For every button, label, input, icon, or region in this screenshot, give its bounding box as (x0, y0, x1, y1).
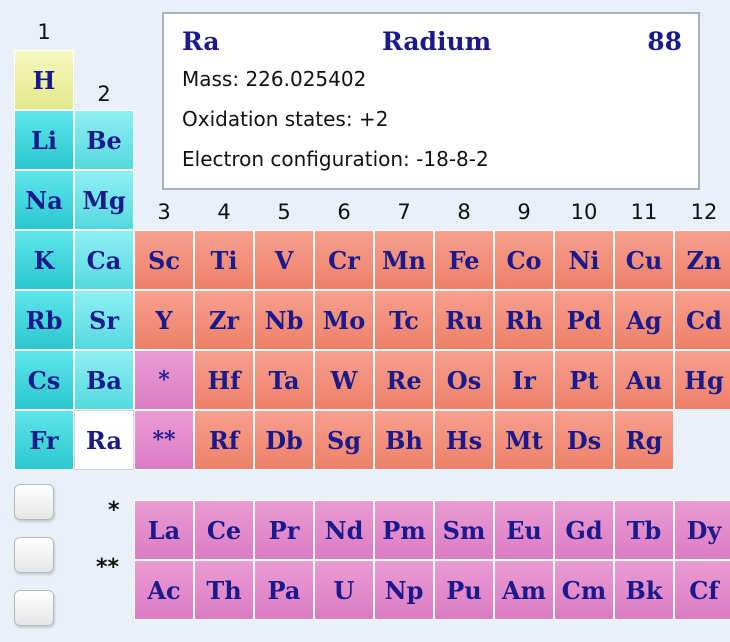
element-cell-zr[interactable]: Zr (194, 290, 254, 350)
element-cell-ir[interactable]: Ir (494, 350, 554, 410)
element-cell-bh[interactable]: Bh (374, 410, 434, 470)
info-symbol: Ra (182, 27, 220, 56)
element-cell-pr[interactable]: Pr (254, 500, 314, 560)
element-cell-nb[interactable]: Nb (254, 290, 314, 350)
element-cell-bk[interactable]: Bk (614, 560, 674, 620)
group-label-9: 9 (517, 200, 531, 224)
group-label-8: 8 (457, 200, 471, 224)
side-button-3[interactable] (14, 590, 54, 626)
element-cell-cs[interactable]: Cs (14, 350, 74, 410)
element-cell-th[interactable]: Th (194, 560, 254, 620)
element-cell-zn[interactable]: Zn (674, 230, 730, 290)
element-cell-tc[interactable]: Tc (374, 290, 434, 350)
element-cell-rh[interactable]: Rh (494, 290, 554, 350)
element-cell-ca[interactable]: Ca (74, 230, 134, 290)
element-cell-li[interactable]: Li (14, 110, 74, 170)
element-cell-cd[interactable]: Cd (674, 290, 730, 350)
group-label-7: 7 (397, 200, 411, 224)
group-label-5: 5 (277, 200, 291, 224)
group-label-10: 10 (570, 200, 598, 224)
element-cell-cf[interactable]: Cf (674, 560, 730, 620)
element-cell-au[interactable]: Au (614, 350, 674, 410)
lanthanide-series-mark: * (108, 498, 120, 523)
info-electron-configuration: Electron configuration: -18-8-2 (182, 147, 489, 171)
element-cell-la[interactable]: La (134, 500, 194, 560)
element-cell-sr[interactable]: Sr (74, 290, 134, 350)
element-cell-pu[interactable]: Pu (434, 560, 494, 620)
group-label-6: 6 (337, 200, 351, 224)
side-button-2[interactable] (14, 537, 54, 573)
element-cell-nd[interactable]: Nd (314, 500, 374, 560)
element-cell-fe[interactable]: Fe (434, 230, 494, 290)
element-cell-ti[interactable]: Ti (194, 230, 254, 290)
info-name: Radium (382, 27, 492, 56)
group-label-1: 1 (37, 20, 51, 44)
element-cell-ac[interactable]: Ac (134, 560, 194, 620)
element-cell-ru[interactable]: Ru (434, 290, 494, 350)
element-cell-rf[interactable]: Rf (194, 410, 254, 470)
element-cell-hs[interactable]: Hs (434, 410, 494, 470)
element-cell-re[interactable]: Re (374, 350, 434, 410)
element-cell-sc[interactable]: Sc (134, 230, 194, 290)
element-cell-rb[interactable]: Rb (14, 290, 74, 350)
element-cell-sg[interactable]: Sg (314, 410, 374, 470)
element-info-panel: Ra Radium 88 Mass: 226.025402 Oxidation … (162, 12, 700, 190)
element-cell-h[interactable]: H (14, 50, 74, 110)
element-cell-ta[interactable]: Ta (254, 350, 314, 410)
element-cell-be[interactable]: Be (74, 110, 134, 170)
element-cell-y[interactable]: Y (134, 290, 194, 350)
side-button-1[interactable] (14, 484, 54, 520)
element-cell-mt[interactable]: Mt (494, 410, 554, 470)
element-cell-fr[interactable]: Fr (14, 410, 74, 470)
info-atomic-number: 88 (647, 27, 682, 56)
group-label-4: 4 (217, 200, 231, 224)
element-cell-am[interactable]: Am (494, 560, 554, 620)
element-cell-ce[interactable]: Ce (194, 500, 254, 560)
info-oxidation-states: Oxidation states: +2 (182, 107, 389, 131)
element-cell-pa[interactable]: Pa (254, 560, 314, 620)
element-cell-tb[interactable]: Tb (614, 500, 674, 560)
element-cell-hg[interactable]: Hg (674, 350, 730, 410)
group-label-12: 12 (690, 200, 718, 224)
element-cell-w[interactable]: W (314, 350, 374, 410)
element-cell-actinide-placeholder[interactable]: ** (134, 410, 194, 470)
element-cell-pd[interactable]: Pd (554, 290, 614, 350)
element-cell-ag[interactable]: Ag (614, 290, 674, 350)
element-cell-mo[interactable]: Mo (314, 290, 374, 350)
element-cell-dy[interactable]: Dy (674, 500, 730, 560)
group-label-3: 3 (157, 200, 171, 224)
element-cell-na[interactable]: Na (14, 170, 74, 230)
element-cell-rg[interactable]: Rg (614, 410, 674, 470)
element-cell-mn[interactable]: Mn (374, 230, 434, 290)
element-cell-gd[interactable]: Gd (554, 500, 614, 560)
element-cell-ra[interactable]: Ra (74, 410, 134, 470)
element-cell-sm[interactable]: Sm (434, 500, 494, 560)
element-cell-eu[interactable]: Eu (494, 500, 554, 560)
element-cell-pt[interactable]: Pt (554, 350, 614, 410)
element-cell-k[interactable]: K (14, 230, 74, 290)
element-cell-hf[interactable]: Hf (194, 350, 254, 410)
element-cell-u[interactable]: U (314, 560, 374, 620)
element-cell-mg[interactable]: Mg (74, 170, 134, 230)
element-cell-cu[interactable]: Cu (614, 230, 674, 290)
element-cell-cr[interactable]: Cr (314, 230, 374, 290)
element-cell-cm[interactable]: Cm (554, 560, 614, 620)
element-cell-ba[interactable]: Ba (74, 350, 134, 410)
group-label-2: 2 (97, 82, 111, 106)
element-cell-ni[interactable]: Ni (554, 230, 614, 290)
actinide-series-mark: ** (96, 555, 120, 580)
element-cell-os[interactable]: Os (434, 350, 494, 410)
group-label-11: 11 (630, 200, 658, 224)
element-cell-ds[interactable]: Ds (554, 410, 614, 470)
element-cell-co[interactable]: Co (494, 230, 554, 290)
element-cell-lanthanide-placeholder[interactable]: * (134, 350, 194, 410)
element-cell-np[interactable]: Np (374, 560, 434, 620)
element-cell-pm[interactable]: Pm (374, 500, 434, 560)
info-mass: Mass: 226.025402 (182, 67, 367, 91)
element-cell-v[interactable]: V (254, 230, 314, 290)
element-cell-db[interactable]: Db (254, 410, 314, 470)
